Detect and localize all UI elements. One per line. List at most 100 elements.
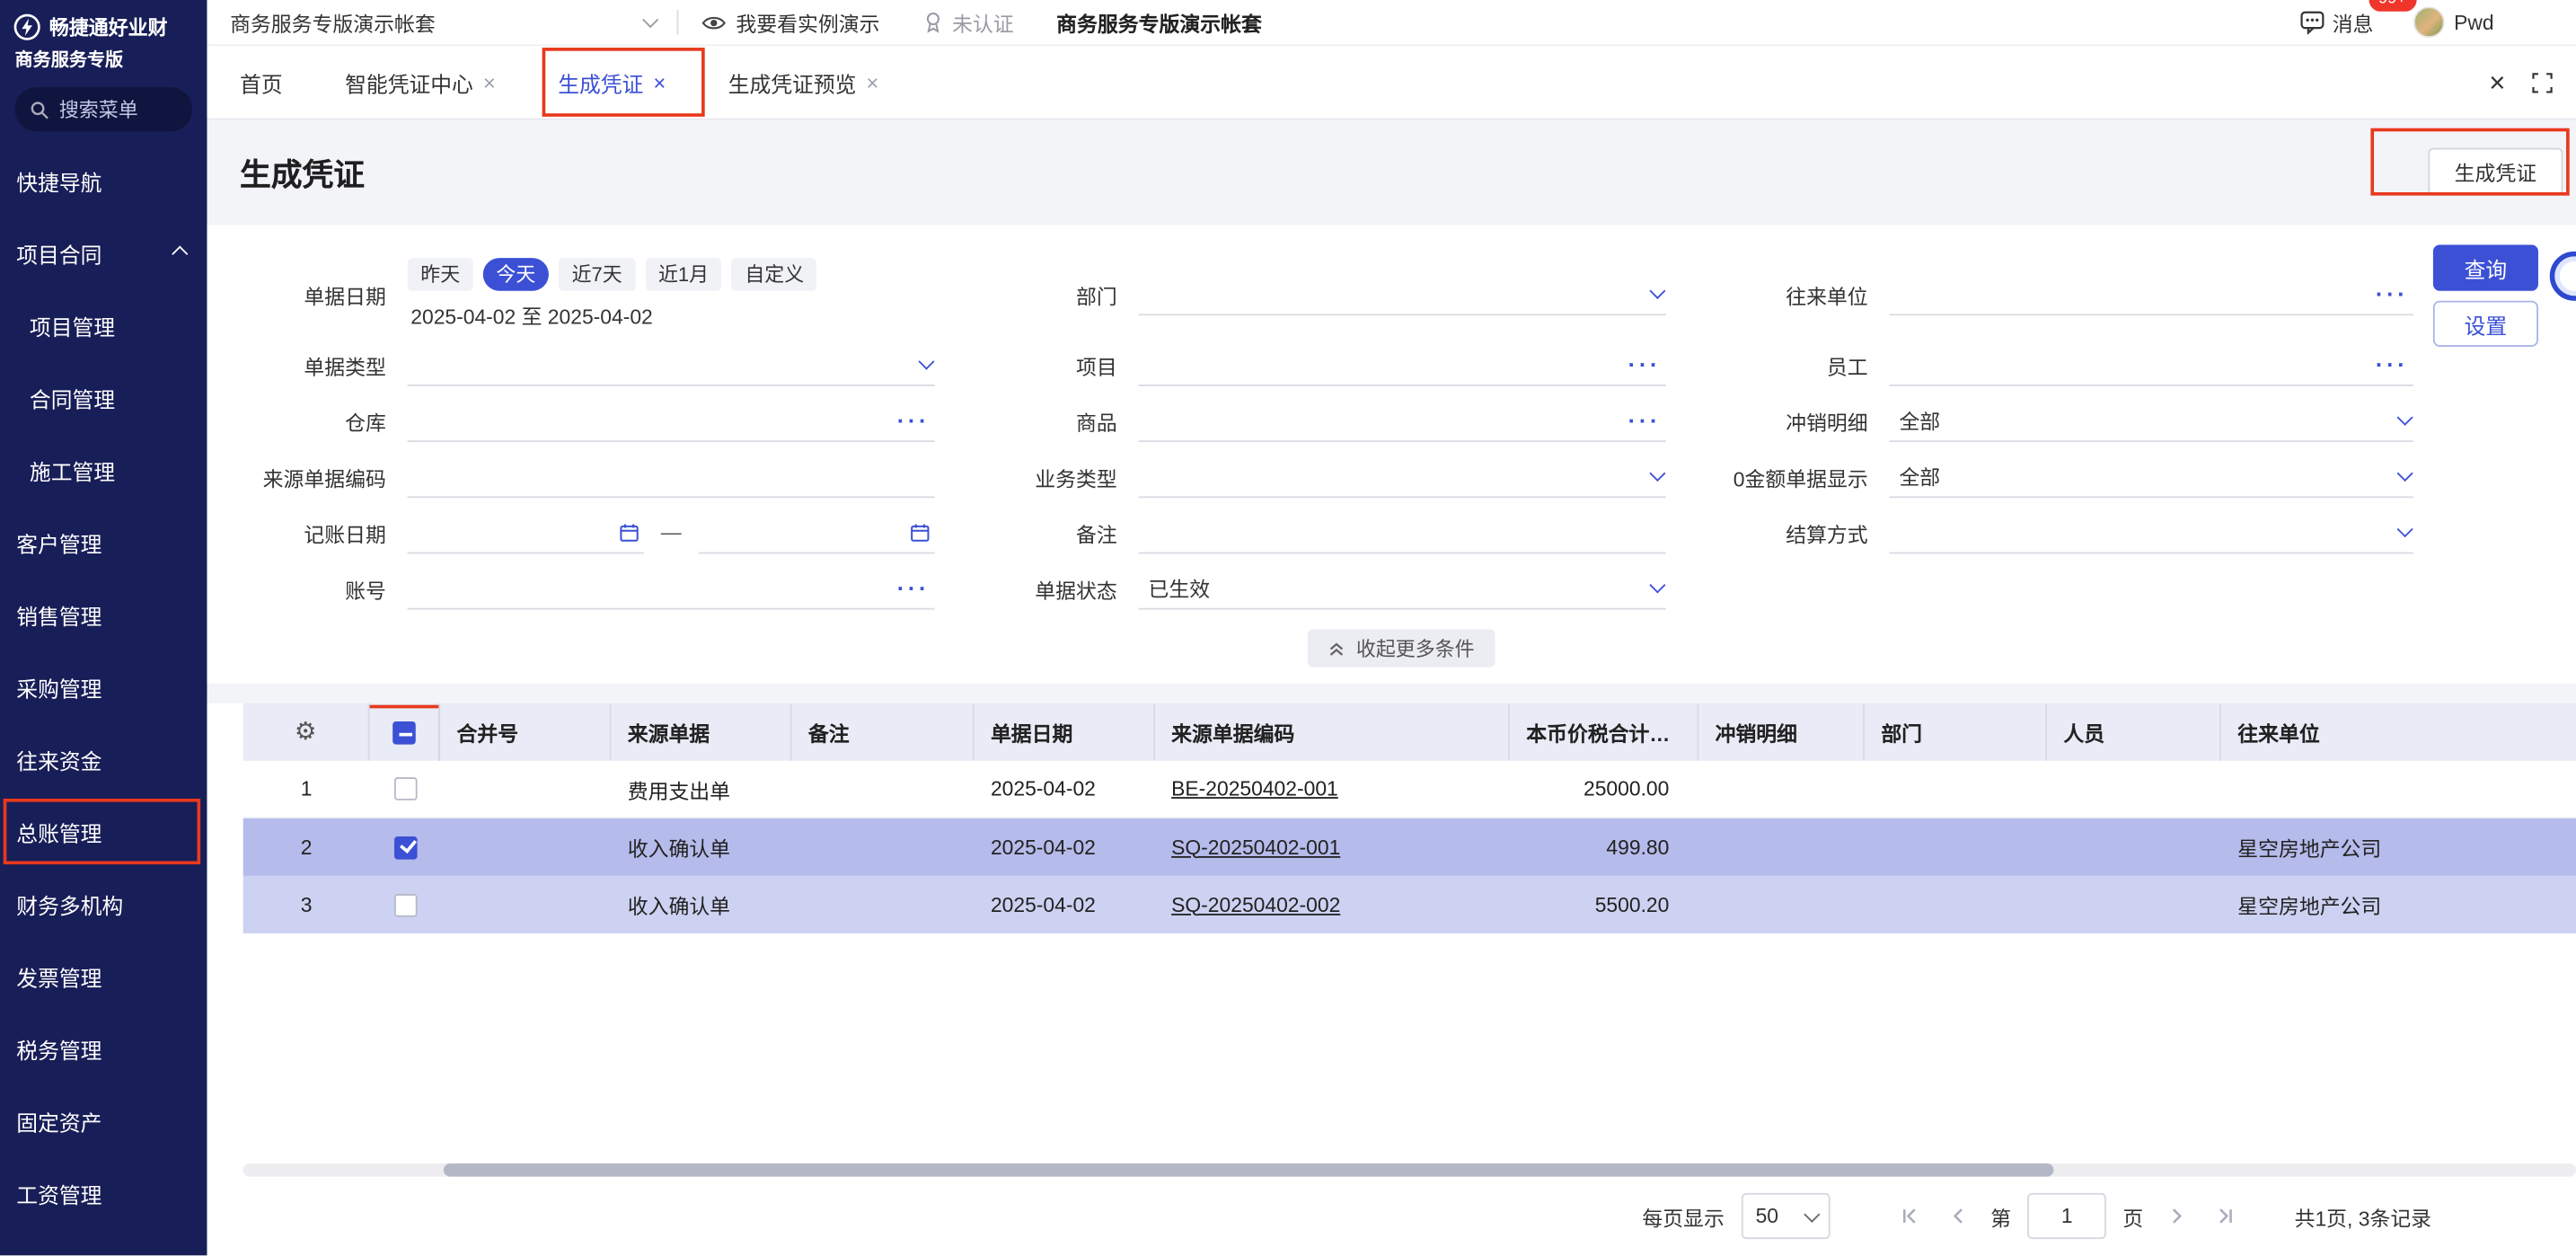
sidebar-item-general-ledger[interactable]: 总账管理 <box>0 795 207 867</box>
sidebar-item-quick-nav[interactable]: 快捷导航 <box>0 145 207 217</box>
page-number-input[interactable] <box>2027 1193 2106 1239</box>
sidebar-item-payroll-mgmt[interactable]: 工资管理 <box>0 1157 207 1229</box>
main-area: 商务服务专版演示帐套 我要看实例演示 未认证 商务服务专版演示帐套 <box>207 0 2576 1255</box>
filter-label-remark: 备注 <box>957 517 1138 548</box>
table-row[interactable]: 3 收入确认单 2025-04-02 SQ-20250402-002 5500.… <box>243 876 2576 933</box>
sidebar-item-customer-mgmt[interactable]: 客户管理 <box>0 506 207 578</box>
first-page-icon[interactable] <box>1892 1199 1925 1233</box>
row-checkbox[interactable] <box>393 777 417 800</box>
pill-yesterday[interactable]: 昨天 <box>408 258 473 291</box>
sidebar-item-contract-mgmt[interactable]: 合同管理 <box>0 361 207 433</box>
avatar[interactable] <box>2413 6 2444 38</box>
col-source-code[interactable]: 来源单据编码 <box>1155 703 1510 761</box>
writeoff-detail-select[interactable]: 全部 <box>1889 399 2413 442</box>
last-page-icon[interactable] <box>2209 1199 2242 1233</box>
account-book-selector[interactable]: 商务服务专版演示帐套 <box>230 6 654 38</box>
table-row-selected[interactable]: 2 收入确认单 2025-04-02 SQ-20250402-001 499.8… <box>243 818 2576 876</box>
goods-picker[interactable]: ··· <box>1139 399 1666 442</box>
query-button[interactable]: 查询 <box>2433 245 2538 291</box>
biz-type-select[interactable] <box>1139 456 1666 499</box>
date-range-text: 2025-04-02 至 2025-04-02 <box>408 299 935 331</box>
sidebar-item-fixed-assets[interactable]: 固定资产 <box>0 1084 207 1156</box>
close-icon[interactable]: × <box>2489 68 2505 96</box>
row-number: 1 <box>243 761 370 817</box>
partner-picker[interactable]: ··· <box>1889 273 2413 316</box>
tab-home[interactable]: 首页 <box>240 66 283 98</box>
certificate-icon <box>922 12 942 33</box>
fullscreen-icon[interactable] <box>2532 72 2554 93</box>
tab-smart-voucher-center[interactable]: 智能凭证中心 × <box>345 66 496 98</box>
col-doc-date[interactable]: 单据日期 <box>975 703 1155 761</box>
filter-label-employee: 员工 <box>1689 349 1889 381</box>
warehouse-picker[interactable]: ··· <box>408 399 935 442</box>
per-page-select[interactable]: 50 <box>1741 1193 1830 1239</box>
department-select[interactable] <box>1139 273 1666 316</box>
filter-panel: 单据日期 昨天 今天 近7天 近1月 自定义 2025-04-02 至 2025… <box>207 226 2576 684</box>
generate-voucher-button[interactable]: 生成凭证 <box>2428 148 2563 196</box>
next-page-icon[interactable] <box>2160 1199 2193 1233</box>
sidebar-item-project-mgmt[interactable]: 项目管理 <box>0 289 207 361</box>
logo-title: 畅捷通好业财 <box>49 13 168 41</box>
account-picker[interactable]: ··· <box>408 567 935 610</box>
col-merge-no[interactable]: 合并号 <box>440 703 611 761</box>
doc-status-select[interactable]: 已生效 <box>1139 567 1666 610</box>
col-partner[interactable]: 往来单位 <box>2221 703 2576 761</box>
posting-date-end-input[interactable] <box>698 511 935 554</box>
col-department[interactable]: 部门 <box>1865 703 2047 761</box>
tab-generate-voucher-preview[interactable]: 生成凭证预览 × <box>728 66 879 98</box>
sidebar-item-current-funds[interactable]: 往来资金 <box>0 723 207 795</box>
remark-input[interactable] <box>1139 511 1666 554</box>
select-all-checkbox[interactable] <box>393 721 416 744</box>
source-doc-link[interactable]: SQ-20250402-002 <box>1171 893 1340 916</box>
sidebar-item-purchase-mgmt[interactable]: 采购管理 <box>0 650 207 722</box>
pagination-bar: 每页显示 50 第 页 <box>207 1177 2576 1256</box>
demo-link[interactable]: 我要看实例演示 <box>701 6 879 38</box>
close-icon[interactable]: × <box>483 70 496 94</box>
collapse-more-filters[interactable]: 收起更多条件 <box>1309 630 1495 668</box>
sidebar-group-project-contract[interactable]: 项目合同 <box>0 217 207 288</box>
col-person[interactable]: 人员 <box>2047 703 2221 761</box>
cert-status[interactable]: 未认证 <box>922 6 1014 38</box>
sidebar-item-invoice-mgmt[interactable]: 发票管理 <box>0 940 207 1012</box>
date-quick-pills: 昨天 今天 近7天 近1月 自定义 <box>408 258 935 291</box>
top-bar: 商务服务专版演示帐套 我要看实例演示 未认证 商务服务专版演示帐套 <box>207 0 2576 46</box>
settle-method-select[interactable] <box>1889 511 2413 554</box>
messages-button[interactable]: 消息 99+ <box>2299 6 2373 38</box>
pill-custom[interactable]: 自定义 <box>732 258 817 291</box>
source-doc-link[interactable]: SQ-20250402-001 <box>1171 836 1340 859</box>
sidebar-item-construction-mgmt[interactable]: 施工管理 <box>0 434 207 506</box>
row-checkbox[interactable] <box>393 893 417 916</box>
col-remark[interactable]: 备注 <box>792 703 975 761</box>
source-code-input[interactable] <box>408 456 935 499</box>
ellipsis-picker-icon: ··· <box>2376 285 2409 301</box>
posting-date-start-input[interactable] <box>408 511 645 554</box>
pill-today[interactable]: 今天 <box>483 258 549 291</box>
employee-picker[interactable]: ··· <box>1889 343 2413 386</box>
col-source-doc[interactable]: 来源单据 <box>611 703 791 761</box>
zero-amount-select[interactable]: 全部 <box>1889 456 2413 499</box>
scrollbar-thumb[interactable] <box>444 1163 2054 1177</box>
col-amount[interactable]: 本币价税合计… <box>1510 703 1698 761</box>
close-icon[interactable]: × <box>653 70 666 94</box>
gear-icon[interactable]: ⚙ <box>295 720 317 744</box>
sidebar-item-sales-mgmt[interactable]: 销售管理 <box>0 579 207 650</box>
project-picker[interactable]: ··· <box>1139 343 1666 386</box>
source-doc-link[interactable]: BE-20250402-001 <box>1171 777 1338 800</box>
sidebar-item-tax-mgmt[interactable]: 税务管理 <box>0 1013 207 1084</box>
doc-type-select[interactable] <box>408 343 935 386</box>
col-writeoff[interactable]: 冲销明细 <box>1698 703 1865 761</box>
tab-generate-voucher[interactable]: 生成凭证 × <box>558 66 666 98</box>
horizontal-scrollbar[interactable] <box>243 1163 2576 1177</box>
calendar-icon <box>620 522 640 542</box>
double-chevron-up-icon <box>1328 640 1346 658</box>
close-icon[interactable]: × <box>866 70 878 94</box>
settings-button[interactable]: 设置 <box>2433 301 2538 347</box>
menu-search-input[interactable]: 搜索菜单 <box>14 87 192 131</box>
pill-last1month[interactable]: 近1月 <box>645 258 721 291</box>
sidebar-item-finance-multi-org[interactable]: 财务多机构 <box>0 868 207 940</box>
table-row[interactable]: 1 费用支出单 2025-04-02 BE-20250402-001 25000… <box>243 761 2576 818</box>
pill-last7days[interactable]: 近7天 <box>559 258 635 291</box>
row-checkbox[interactable] <box>393 836 417 859</box>
prev-page-icon[interactable] <box>1941 1199 1974 1233</box>
filter-label-warehouse: 仓库 <box>226 405 407 437</box>
